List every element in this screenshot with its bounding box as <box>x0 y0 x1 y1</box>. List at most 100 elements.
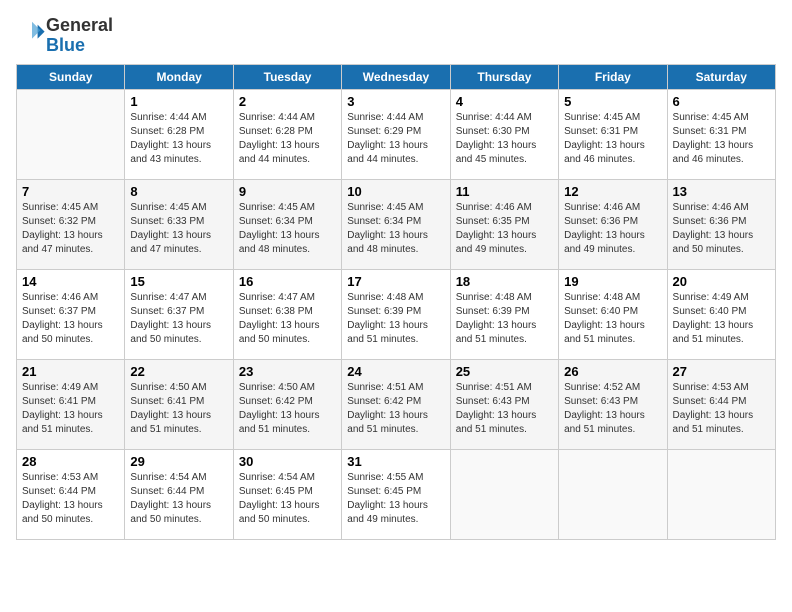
day-number: 23 <box>239 364 336 379</box>
calendar-day-cell: 7 Sunrise: 4:45 AMSunset: 6:32 PMDaylight… <box>17 179 125 269</box>
weekday-header: Thursday <box>450 64 558 89</box>
day-number: 4 <box>456 94 553 109</box>
day-number: 14 <box>22 274 119 289</box>
calendar-day-cell: 30 Sunrise: 4:54 AMSunset: 6:45 PMDayligh… <box>233 449 341 539</box>
day-info: Sunrise: 4:53 AMSunset: 6:44 PMDaylight:… <box>22 471 119 527</box>
calendar-day-cell: 1Sunrise: 4:44 AMSunset: 6:28 PMDaylight… <box>125 89 233 179</box>
calendar-day-cell: 14 Sunrise: 4:46 AMSunset: 6:37 PMDayligh… <box>17 269 125 359</box>
day-info: Sunrise: 4:47 AMSunset: 6:37 PMDaylight:… <box>130 291 227 347</box>
calendar-day-cell: 2 Sunrise: 4:44 AMSunset: 6:28 PMDaylight… <box>233 89 341 179</box>
calendar-day-cell: 5Sunrise: 4:45 AMSunset: 6:31 PMDaylight… <box>559 89 667 179</box>
day-info: Sunrise: 4:48 AMSunset: 6:40 PMDaylight:… <box>564 291 661 347</box>
day-number: 8 <box>130 184 227 199</box>
calendar-week-row: 21Sunrise: 4:49 AMSunset: 6:41 PMDayligh… <box>17 359 776 449</box>
calendar-day-cell: 6 Sunrise: 4:45 AMSunset: 6:31 PMDaylight… <box>667 89 775 179</box>
weekday-header: Monday <box>125 64 233 89</box>
day-info: Sunrise: 4:48 AMSunset: 6:39 PMDaylight:… <box>347 291 444 347</box>
calendar-day-cell: 10 Sunrise: 4:45 AMSunset: 6:34 PMDayligh… <box>342 179 450 269</box>
day-number: 3 <box>347 94 444 109</box>
day-number: 7 <box>22 184 119 199</box>
day-number: 27 <box>673 364 770 379</box>
day-info: Sunrise: 4:52 AMSunset: 6:43 PMDaylight:… <box>564 381 661 437</box>
calendar-day-cell: 19 Sunrise: 4:48 AMSunset: 6:40 PMDayligh… <box>559 269 667 359</box>
day-info: Sunrise: 4:46 AMSunset: 6:37 PMDaylight:… <box>22 291 119 347</box>
day-number: 16 <box>239 274 336 289</box>
calendar-day-cell: 8 Sunrise: 4:45 AMSunset: 6:33 PMDaylight… <box>125 179 233 269</box>
calendar-day-cell: 15 Sunrise: 4:47 AMSunset: 6:37 PMDayligh… <box>125 269 233 359</box>
day-info: Sunrise: 4:54 AMSunset: 6:45 PMDaylight:… <box>239 471 336 527</box>
logo: General Blue <box>16 16 113 56</box>
day-number: 15 <box>130 274 227 289</box>
day-info: Sunrise: 4:46 AMSunset: 6:36 PMDaylight:… <box>564 201 661 257</box>
calendar-day-cell: 28 Sunrise: 4:53 AMSunset: 6:44 PMDayligh… <box>17 449 125 539</box>
calendar-week-row: 28 Sunrise: 4:53 AMSunset: 6:44 PMDayligh… <box>17 449 776 539</box>
calendar-day-cell: 24Sunrise: 4:51 AMSunset: 6:42 PMDayligh… <box>342 359 450 449</box>
weekday-header: Saturday <box>667 64 775 89</box>
calendar-day-cell: 4 Sunrise: 4:44 AMSunset: 6:30 PMDaylight… <box>450 89 558 179</box>
weekday-header: Tuesday <box>233 64 341 89</box>
day-number: 21 <box>22 364 119 379</box>
day-info: Sunrise: 4:44 AMSunset: 6:29 PMDaylight:… <box>347 111 444 167</box>
calendar-day-cell: 27 Sunrise: 4:53 AMSunset: 6:44 PMDayligh… <box>667 359 775 449</box>
day-info: Sunrise: 4:50 AMSunset: 6:41 PMDaylight:… <box>130 381 227 437</box>
day-info: Sunrise: 4:49 AMSunset: 6:40 PMDaylight:… <box>673 291 770 347</box>
day-info: Sunrise: 4:50 AMSunset: 6:42 PMDaylight:… <box>239 381 336 437</box>
calendar-week-row: 7 Sunrise: 4:45 AMSunset: 6:32 PMDaylight… <box>17 179 776 269</box>
day-number: 18 <box>456 274 553 289</box>
day-info: Sunrise: 4:53 AMSunset: 6:44 PMDaylight:… <box>673 381 770 437</box>
calendar-day-cell: 12 Sunrise: 4:46 AMSunset: 6:36 PMDayligh… <box>559 179 667 269</box>
day-number: 13 <box>673 184 770 199</box>
day-number: 22 <box>130 364 227 379</box>
calendar-day-cell: 3 Sunrise: 4:44 AMSunset: 6:29 PMDaylight… <box>342 89 450 179</box>
calendar-day-cell <box>559 449 667 539</box>
logo-icon <box>18 19 46 47</box>
calendar-day-cell: 13 Sunrise: 4:46 AMSunset: 6:36 PMDayligh… <box>667 179 775 269</box>
calendar-day-cell <box>17 89 125 179</box>
day-number: 9 <box>239 184 336 199</box>
day-info: Sunrise: 4:45 AMSunset: 6:34 PMDaylight:… <box>239 201 336 257</box>
day-number: 6 <box>673 94 770 109</box>
day-number: 11 <box>456 184 553 199</box>
calendar-week-row: 14 Sunrise: 4:46 AMSunset: 6:37 PMDayligh… <box>17 269 776 359</box>
day-number: 28 <box>22 454 119 469</box>
calendar-table: SundayMondayTuesdayWednesdayThursdayFrid… <box>16 64 776 540</box>
day-number: 30 <box>239 454 336 469</box>
day-number: 31 <box>347 454 444 469</box>
calendar-day-cell: 20 Sunrise: 4:49 AMSunset: 6:40 PMDayligh… <box>667 269 775 359</box>
day-number: 24 <box>347 364 444 379</box>
calendar-day-cell: 17Sunrise: 4:48 AMSunset: 6:39 PMDayligh… <box>342 269 450 359</box>
calendar-day-cell: 21Sunrise: 4:49 AMSunset: 6:41 PMDayligh… <box>17 359 125 449</box>
calendar-day-cell: 25 Sunrise: 4:51 AMSunset: 6:43 PMDayligh… <box>450 359 558 449</box>
day-info: Sunrise: 4:45 AMSunset: 6:33 PMDaylight:… <box>130 201 227 257</box>
day-info: Sunrise: 4:46 AMSunset: 6:36 PMDaylight:… <box>673 201 770 257</box>
day-number: 10 <box>347 184 444 199</box>
day-info: Sunrise: 4:44 AMSunset: 6:30 PMDaylight:… <box>456 111 553 167</box>
day-info: Sunrise: 4:54 AMSunset: 6:44 PMDaylight:… <box>130 471 227 527</box>
calendar-day-cell: 23 Sunrise: 4:50 AMSunset: 6:42 PMDayligh… <box>233 359 341 449</box>
logo-text-general: General <box>46 16 113 36</box>
day-number: 25 <box>456 364 553 379</box>
day-number: 29 <box>130 454 227 469</box>
day-number: 26 <box>564 364 661 379</box>
calendar-day-cell: 9 Sunrise: 4:45 AMSunset: 6:34 PMDaylight… <box>233 179 341 269</box>
day-info: Sunrise: 4:45 AMSunset: 6:32 PMDaylight:… <box>22 201 119 257</box>
day-info: Sunrise: 4:51 AMSunset: 6:43 PMDaylight:… <box>456 381 553 437</box>
day-info: Sunrise: 4:47 AMSunset: 6:38 PMDaylight:… <box>239 291 336 347</box>
day-number: 1 <box>130 94 227 109</box>
day-number: 19 <box>564 274 661 289</box>
calendar-day-cell <box>450 449 558 539</box>
calendar-week-row: 1 Sunrise: 4:44 AMSunset: 6:28 PMDaylight… <box>17 89 776 179</box>
weekday-header: Wednesday <box>342 64 450 89</box>
calendar-day-cell: 29 Sunrise: 4:54 AMSunset: 6:44 PMDayligh… <box>125 449 233 539</box>
day-info: Sunrise: 4:45 AMSunset: 6:34 PMDaylight:… <box>347 201 444 257</box>
day-info: Sunrise: 4:46 AMSunset: 6:35 PMDaylight:… <box>456 201 553 257</box>
day-number: 2 <box>239 94 336 109</box>
day-info: Sunrise: 4:44 AMSunset: 6:28 PMDaylight:… <box>239 111 336 167</box>
day-number: 12 <box>564 184 661 199</box>
day-info: Sunrise: 4:55 AMSunset: 6:45 PMDaylight:… <box>347 471 444 527</box>
day-number: 20 <box>673 274 770 289</box>
day-info: Sunrise: 4:48 AMSunset: 6:39 PMDaylight:… <box>456 291 553 347</box>
day-number: 5 <box>564 94 661 109</box>
day-info: Sunrise: 4:45 AMSunset: 6:31 PMDaylight:… <box>673 111 770 167</box>
calendar-day-cell: 26 Sunrise: 4:52 AMSunset: 6:43 PMDayligh… <box>559 359 667 449</box>
